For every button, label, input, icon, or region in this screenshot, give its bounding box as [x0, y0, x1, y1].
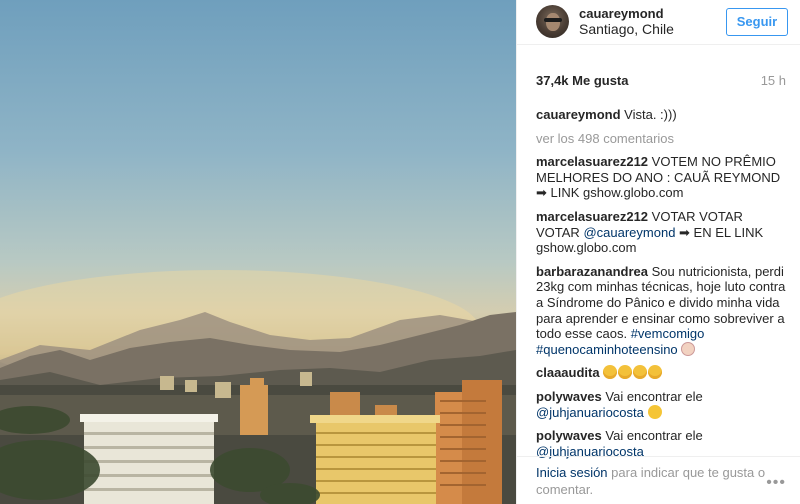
comment-username[interactable]: polywaves — [536, 389, 602, 404]
scream-emoji-icon — [603, 365, 618, 380]
comment-username[interactable]: marcelasuarez212 — [536, 209, 648, 224]
likes-count[interactable]: 37,4k Me gusta — [536, 73, 629, 88]
hashtag-link[interactable]: #vemcomigo — [631, 326, 705, 341]
hashtag-link[interactable]: #quenocaminhoteensino — [536, 342, 678, 357]
comment-username[interactable]: marcelasuarez212 — [536, 154, 648, 169]
comment-item: polywaves Vai encontrar ele @juhjanuario… — [536, 389, 790, 420]
comment-username[interactable]: claaaudita — [536, 365, 600, 380]
location-link[interactable]: Santiago, Chile — [579, 21, 674, 37]
comment-item: marcelasuarez212 VOTAR VOTAR VOTAR @caua… — [536, 209, 790, 256]
login-link[interactable]: Inicia sesión — [536, 465, 608, 480]
post-time[interactable]: 15 h — [761, 73, 786, 88]
comment-mention[interactable]: @juhjanuariocosta — [536, 405, 644, 420]
footer-divider — [517, 456, 800, 457]
comment-username[interactable]: polywaves — [536, 428, 602, 443]
post-side-panel: cauareymond Santiago, Chile Seguir 37,4k… — [516, 0, 800, 504]
city-skyline-image — [0, 270, 516, 504]
scream-emoji-icon — [618, 365, 633, 380]
girl-emoji-icon — [681, 341, 696, 356]
comments-list: cauareymond Vista. :))) ver los 498 come… — [536, 107, 790, 467]
smile-emoji-icon — [647, 404, 662, 419]
username-link[interactable]: cauareymond — [579, 6, 664, 21]
comment-item: barbarazanandrea Sou nutricionista, perd… — [536, 264, 790, 358]
avatar-face — [546, 13, 560, 31]
caption-text: Vista. :))) — [624, 107, 677, 122]
login-prompt: Inicia sesión para indicar que te gusta … — [536, 464, 766, 498]
comment-text: Vai encontrar ele — [605, 388, 703, 404]
avatar-glasses — [544, 18, 562, 22]
scream-emoji-icon — [648, 365, 663, 380]
load-more-comments-link[interactable]: ver los 498 comentarios — [536, 131, 790, 147]
more-options-icon[interactable]: ••• — [766, 474, 786, 492]
scream-emoji-icon — [633, 365, 648, 380]
header-divider — [517, 44, 800, 45]
comment-item: claaaudita — [536, 365, 790, 381]
avatar[interactable] — [536, 5, 569, 38]
caption-username[interactable]: cauareymond — [536, 107, 621, 122]
comment-username[interactable]: barbarazanandrea — [536, 264, 648, 279]
post-viewer: cauareymond Santiago, Chile Seguir 37,4k… — [0, 0, 800, 504]
comment-item: marcelasuarez212 VOTEM NO PRÊMIO MELHORE… — [536, 154, 790, 201]
post-header: cauareymond Santiago, Chile Seguir — [517, 0, 800, 44]
post-photo[interactable] — [0, 0, 516, 504]
caption: cauareymond Vista. :))) — [536, 107, 790, 123]
follow-button[interactable]: Seguir — [726, 8, 788, 36]
comment-item: polywaves Vai encontrar ele @juhjanuario… — [536, 428, 790, 459]
comment-text: Vai encontrar ele — [605, 428, 703, 444]
comment-mention[interactable]: @cauareymond — [583, 225, 675, 240]
